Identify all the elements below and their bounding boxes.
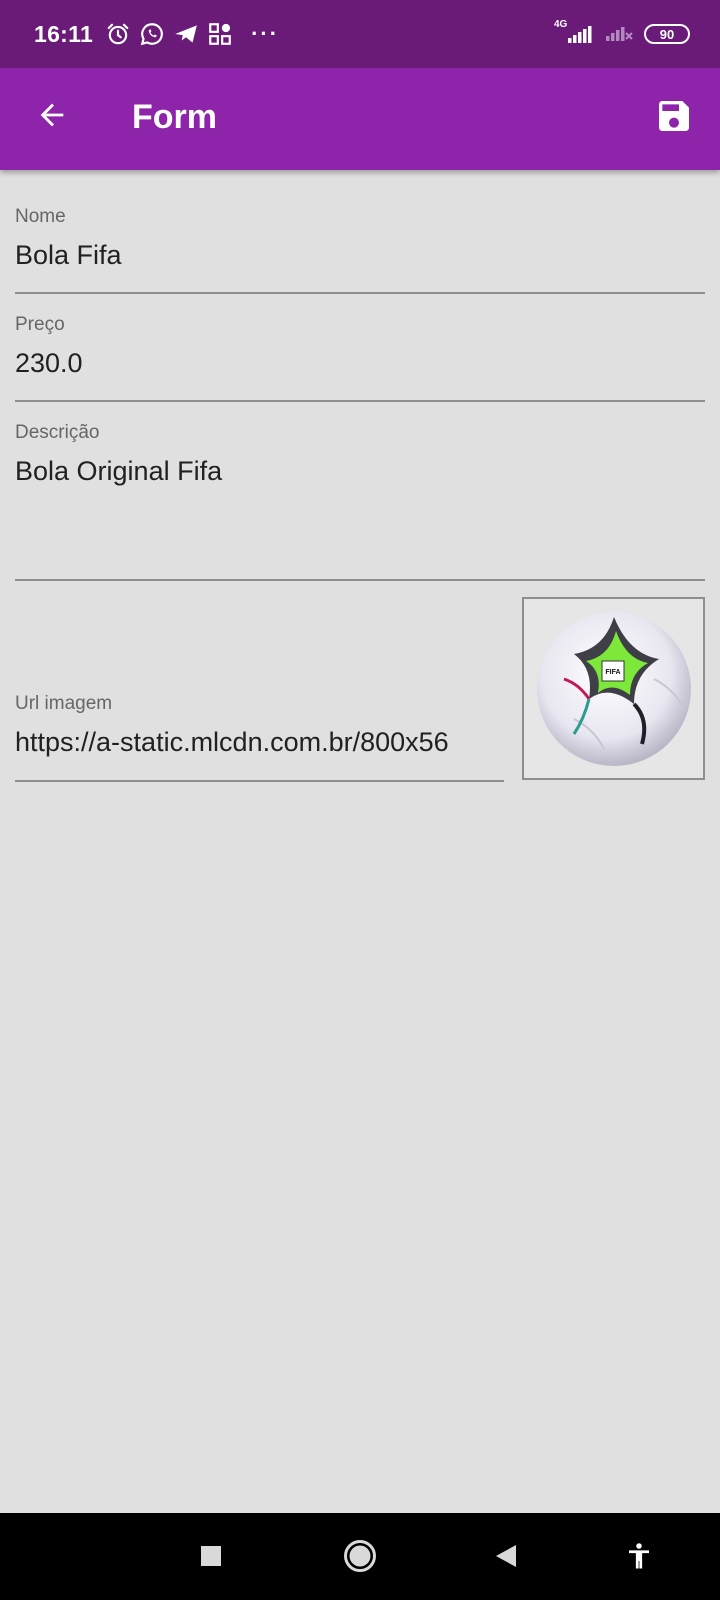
soccer-ball-image: FIFA [536,611,691,766]
descricao-label: Descrição [15,422,100,443]
nome-label: Nome [15,206,66,227]
status-system-icons: 4G 90 [554,19,690,50]
app-bar: Form [0,68,720,170]
paper-plane-icon [173,21,199,47]
preco-label: Preço [15,314,65,335]
status-time: 16:11 [34,20,94,47]
home-button[interactable] [335,1533,385,1583]
save-button[interactable] [650,94,698,142]
battery-icon: 90 [644,24,690,44]
more-notifications-icon: ··· [251,21,280,46]
descricao-field[interactable]: Descrição Bola Original Fifa [15,422,705,581]
recents-button[interactable] [186,1533,236,1583]
page-title: Form [132,98,217,136]
nome-input[interactable] [15,238,705,272]
navigation-bar [0,1513,720,1600]
back-triangle-icon [494,1543,518,1574]
image-preview: FIFA [522,597,705,780]
back-nav-button[interactable] [481,1533,531,1583]
status-bar: 16:11 ··· 4G 90 [0,0,720,68]
arrow-back-icon [35,98,69,137]
apps-grid-icon [207,21,233,47]
whatsapp-icon [139,21,165,47]
descricao-input[interactable]: Bola Original Fifa [15,454,705,488]
back-button[interactable] [30,95,74,139]
preco-input[interactable] [15,346,705,380]
preco-field[interactable]: Preço [15,314,705,402]
accessibility-icon [624,1541,654,1576]
signal-weak-icon [604,19,634,50]
recents-square-icon [199,1544,223,1573]
url-imagem-field[interactable]: Url imagem [15,693,504,782]
fifa-badge: FIFA [605,669,620,676]
signal-icon: 4G [554,19,594,47]
save-floppy-icon [654,96,694,141]
status-notification-icons: ··· [105,21,279,47]
home-circle-icon [343,1539,377,1578]
alarm-icon [105,21,131,47]
accessibility-button[interactable] [614,1533,664,1583]
nome-field[interactable]: Nome [15,206,705,294]
url-imagem-input[interactable] [15,725,504,759]
url-imagem-label: Url imagem [15,693,113,714]
